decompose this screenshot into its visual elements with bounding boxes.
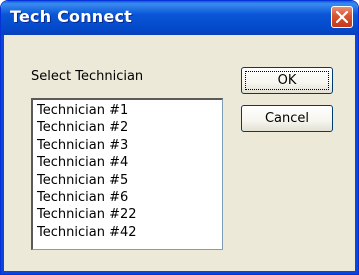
window-frame-left: [1, 35, 4, 274]
technician-list-item[interactable]: Technician #2: [37, 119, 222, 136]
window-title: Tech Connect: [10, 7, 132, 26]
cancel-button-label: Cancel: [264, 111, 310, 126]
dialog-window: Tech Connect Select Technician Technicia…: [0, 0, 359, 275]
technician-listbox[interactable]: Technician #1 Technician #2 Technician #…: [31, 98, 223, 250]
close-button[interactable]: [331, 6, 353, 28]
title-bar[interactable]: Tech Connect: [1, 1, 358, 35]
window-frame-right: [355, 35, 358, 274]
technician-list-item[interactable]: Technician #3: [37, 137, 222, 154]
technician-list-item[interactable]: Technician #22: [37, 206, 222, 223]
technician-list-item[interactable]: Technician #4: [37, 154, 222, 171]
technician-list-item[interactable]: Technician #5: [37, 172, 222, 189]
cancel-button[interactable]: Cancel: [241, 105, 333, 132]
focus-rectangle: [245, 71, 329, 90]
window-frame-bottom: [1, 271, 358, 274]
technician-list-item[interactable]: Technician #42: [37, 224, 222, 241]
close-icon: [336, 11, 348, 23]
technician-list-item[interactable]: Technician #6: [37, 189, 222, 206]
select-technician-label: Select Technician: [31, 69, 144, 84]
technician-list-item[interactable]: Technician #1: [37, 102, 222, 119]
ok-button[interactable]: OK: [241, 67, 333, 94]
